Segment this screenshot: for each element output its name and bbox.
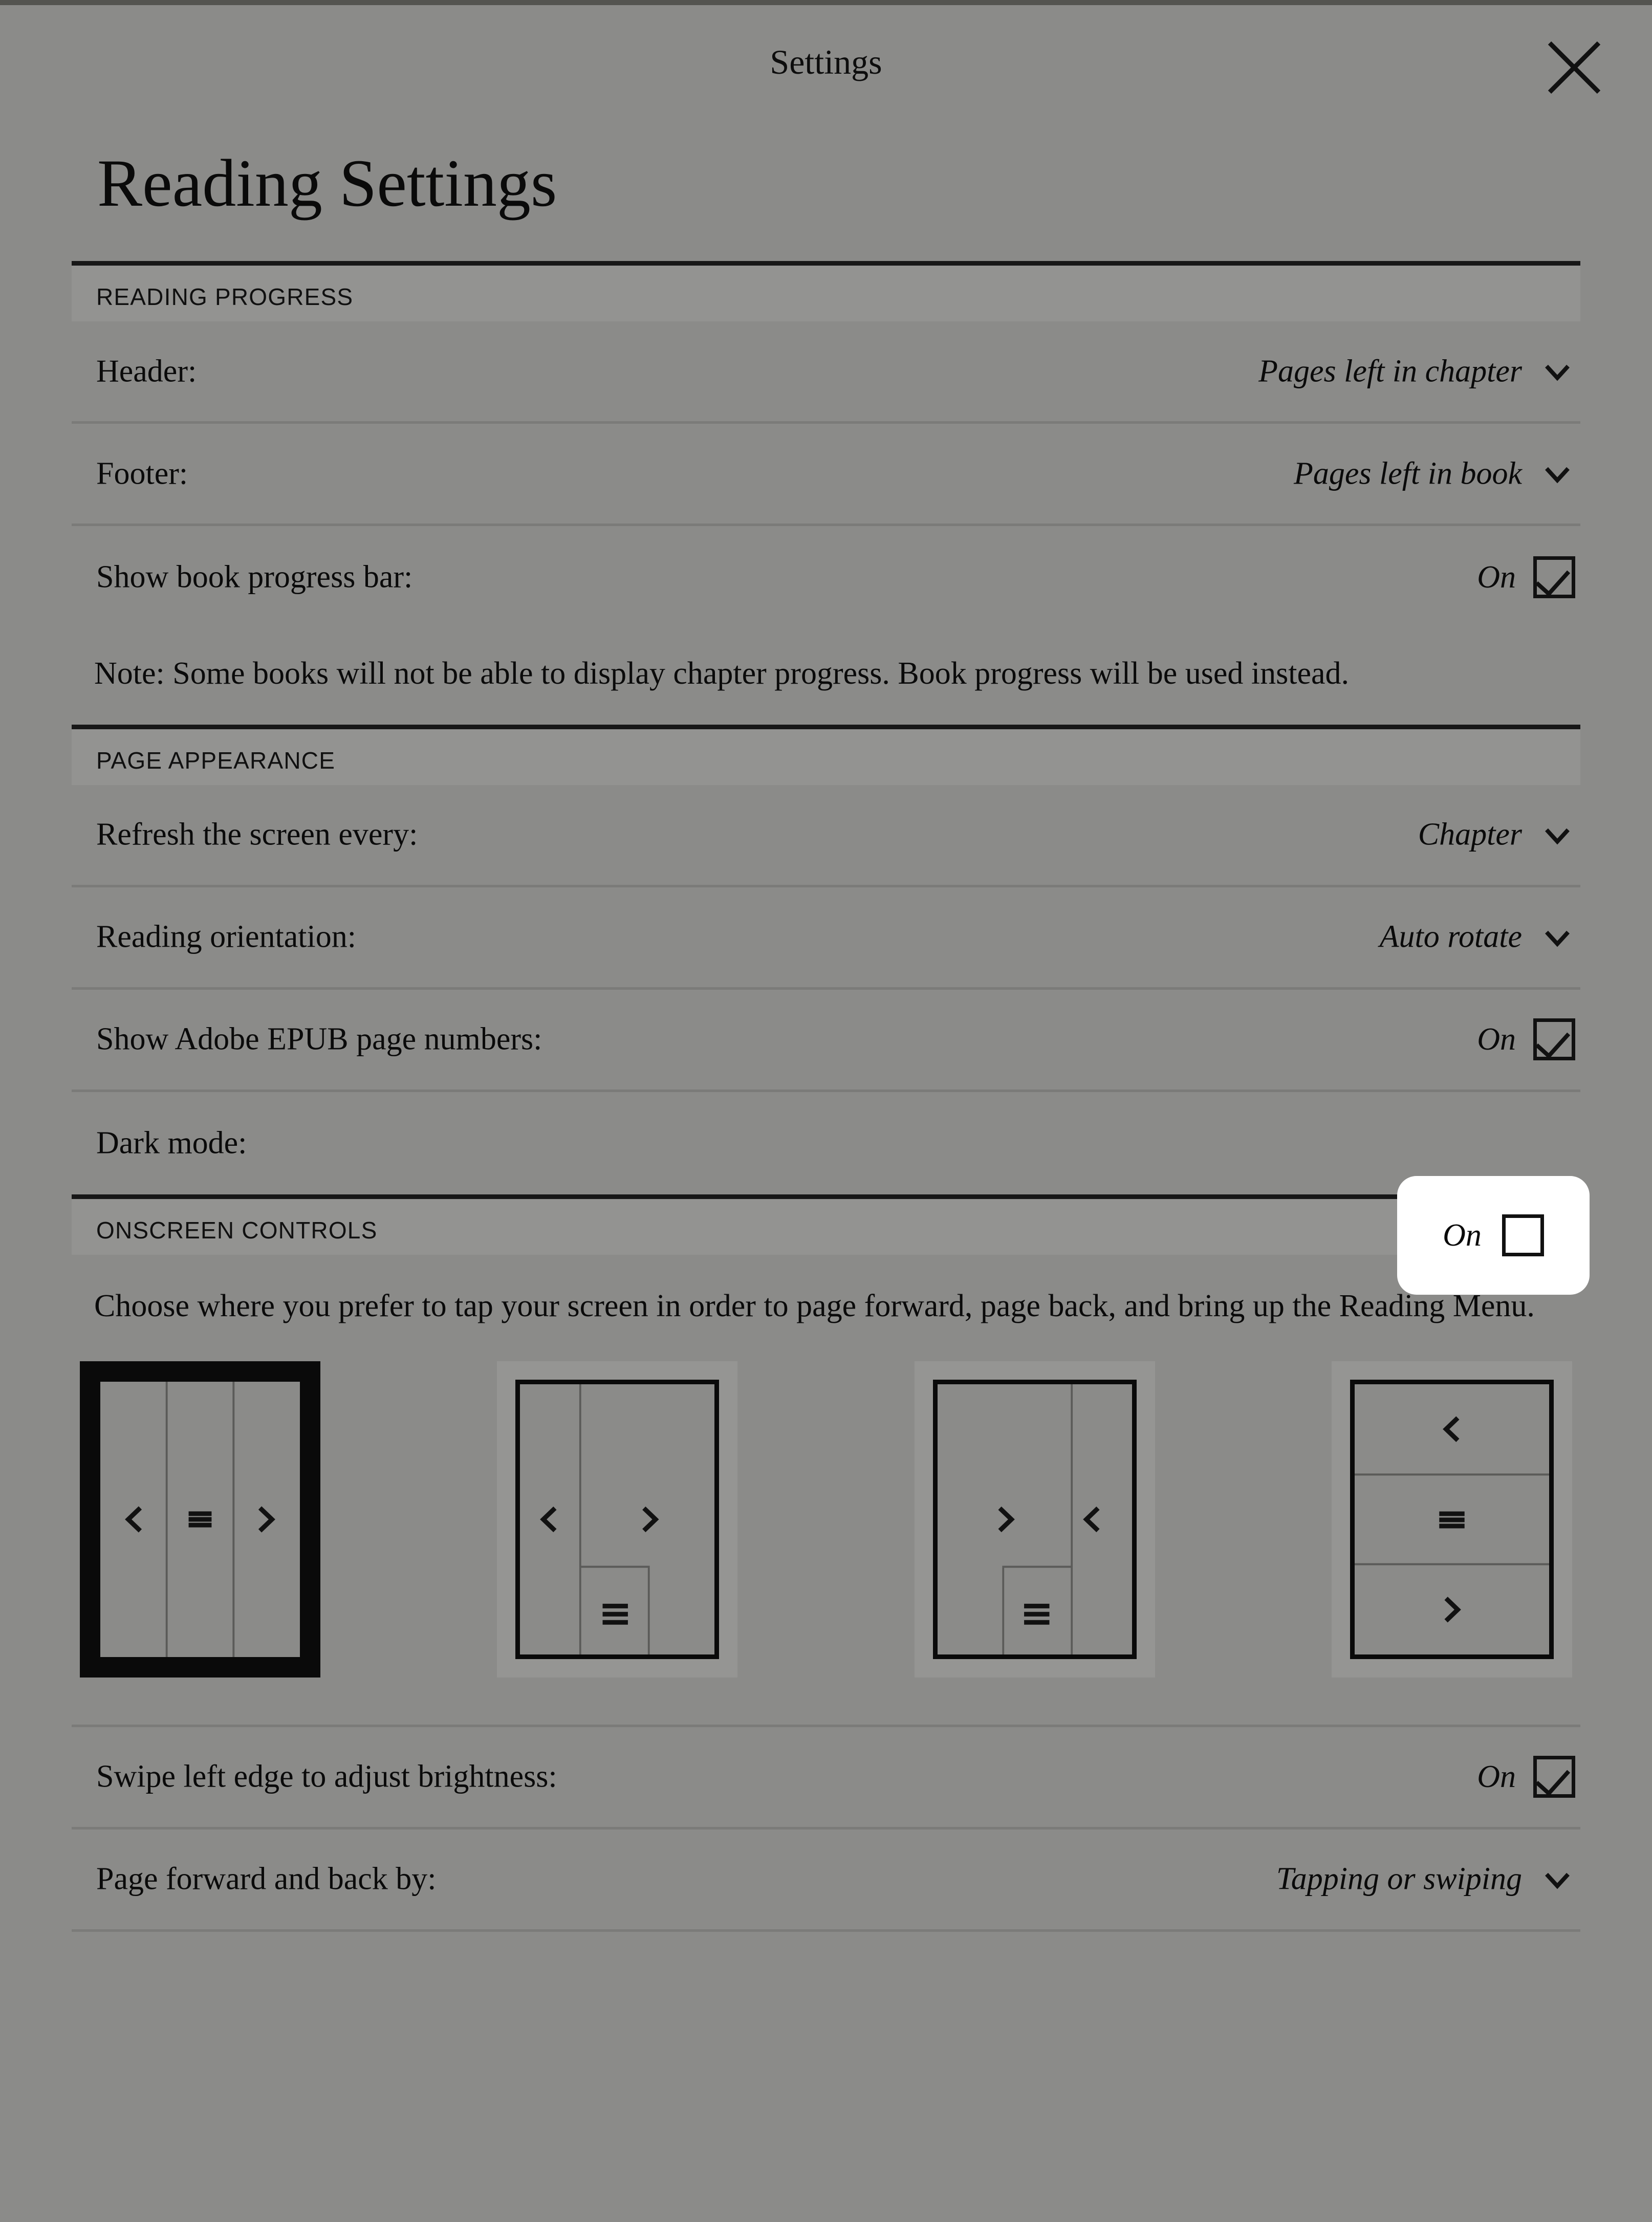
section-header-label: PAGE APPEARANCE [96,747,336,774]
setting-value: Pages left in book [1294,456,1522,491]
chevron-down-icon[interactable] [1539,817,1575,853]
layout-thumbnail [515,1379,720,1659]
layout-option-group [72,1343,1580,1693]
setting-control-dropdown[interactable]: Pages left in chapter [1258,353,1575,389]
dark-mode-highlight-callout[interactable]: On [1397,1176,1590,1295]
setting-value: On [1443,1217,1482,1253]
setting-label: Refresh the screen every: [96,817,418,852]
setting-value: On [1477,559,1516,595]
checkbox-unchecked-icon[interactable] [1502,1214,1544,1256]
section-header-onscreen-controls: ONSCREEN CONTROLS [72,1194,1580,1255]
setting-label: Header: [96,354,197,388]
chevron-down-icon[interactable] [1539,1861,1575,1897]
checkbox-checked-icon[interactable] [1533,1018,1575,1061]
section-header-reading-progress: READING PROGRESS [72,261,1580,321]
setting-label: Page forward and back by: [96,1861,437,1897]
checkbox-checked-icon[interactable] [1533,1756,1575,1798]
chevron-down-icon[interactable] [1539,354,1575,389]
layout-option-left-back-right-forward-bottom-menu[interactable] [497,1361,738,1678]
setting-label: Reading orientation: [96,919,356,954]
setting-row-reading-orientation[interactable]: Reading orientation: Auto rotate [72,887,1580,990]
setting-row-swipe-left-edge-brightness[interactable]: Swipe left edge to adjust brightness: On [72,1727,1580,1829]
layout-thumbnail [932,1379,1137,1659]
setting-label: Show Adobe EPUB page numbers: [96,1021,542,1057]
setting-value: On [1477,1759,1516,1794]
setting-label: Show book progress bar: [96,559,413,595]
layout-option-left-forward-right-back-bottom-menu[interactable] [914,1361,1155,1678]
setting-label: Dark mode: [96,1125,247,1161]
setting-control-checkbox[interactable]: On [1477,1018,1575,1061]
checkbox-checked-icon[interactable] [1533,556,1575,598]
setting-row-dark-mode[interactable]: Dark mode: [72,1092,1580,1194]
settings-content: READING PROGRESS Header: Pages left in c… [0,261,1652,1932]
setting-row-refresh-screen[interactable]: Refresh the screen every: Chapter [72,785,1580,887]
window-title: Settings [770,42,882,81]
layout-option-top-back-middle-menu-bottom-forward[interactable] [1331,1361,1572,1678]
setting-label: Swipe left edge to adjust brightness: [96,1759,557,1794]
layout-section-spacer [0,1693,1652,1725]
title-bar: Settings [0,5,1652,128]
layout-option-three-columns-back-menu-forward[interactable] [80,1361,320,1678]
section-header-label: ONSCREEN CONTROLS [96,1216,378,1244]
setting-row-page-forward-and-back-by[interactable]: Page forward and back by: Tapping or swi… [72,1829,1580,1932]
bottom-fill [0,2161,1652,2222]
setting-control-dropdown[interactable]: Tapping or swiping [1276,1861,1575,1898]
section-header-label: READING PROGRESS [96,284,354,310]
setting-control-checkbox[interactable]: On [1477,1756,1575,1798]
setting-row-footer[interactable]: Footer: Pages left in book [72,424,1580,526]
setting-value: Tapping or swiping [1276,1861,1522,1897]
setting-value: Chapter [1418,817,1522,852]
chevron-down-icon[interactable] [1539,919,1575,955]
setting-control-dropdown[interactable]: Pages left in book [1294,455,1575,492]
setting-value: Auto rotate [1379,919,1522,954]
layout-thumbnail [100,1381,300,1657]
section-header-page-appearance: PAGE APPEARANCE [72,724,1580,785]
setting-label: Footer: [96,456,188,491]
chevron-down-icon[interactable] [1539,456,1575,492]
setting-row-show-book-progress-bar[interactable]: Show book progress bar: On [72,526,1580,628]
page-title: Reading Settings [97,145,557,221]
setting-control-checkbox[interactable]: On [1477,556,1575,598]
setting-row-header[interactable]: Header: Pages left in chapter [72,321,1580,424]
setting-value: Pages left in chapter [1258,354,1522,388]
onscreen-controls-instruction: Choose where you prefer to tap your scre… [94,1288,1535,1323]
reading-progress-note: Note: Some books will not be able to dis… [94,656,1350,691]
layout-thumbnail [1350,1379,1554,1659]
close-icon[interactable] [1541,35,1607,100]
setting-control-dropdown[interactable]: Auto rotate [1380,919,1575,955]
setting-control-dropdown[interactable]: Chapter [1418,817,1575,853]
settings-screen: Settings Reading Settings READING PROGRE… [0,0,1652,2222]
setting-row-show-adobe-epub-page-numbers[interactable]: Show Adobe EPUB page numbers: On [72,990,1580,1092]
setting-value: On [1477,1021,1516,1057]
